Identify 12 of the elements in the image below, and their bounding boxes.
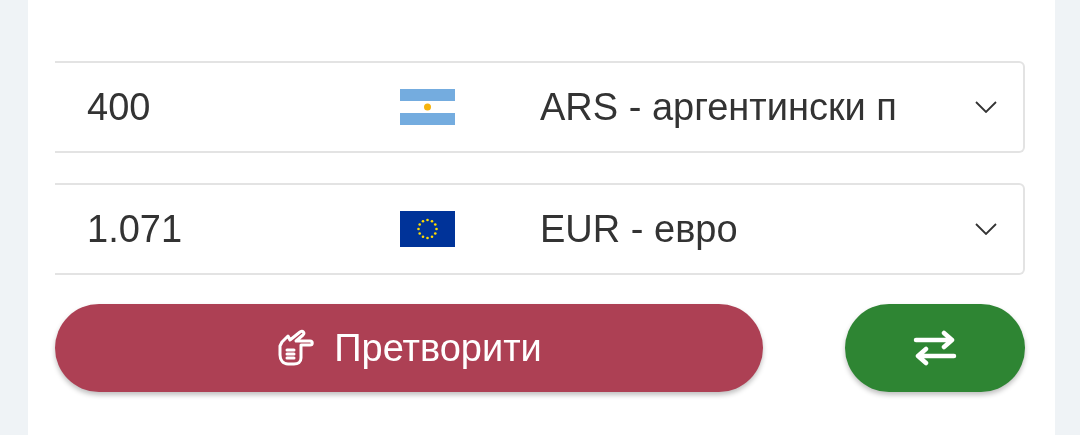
pointing-hand-icon [276, 328, 317, 368]
swap-arrows-icon [912, 330, 958, 366]
currency-dropdown[interactable]: ARS - аргентински п [367, 63, 1023, 151]
flag-icon [400, 211, 455, 247]
convert-button[interactable]: Претворити [55, 304, 763, 392]
amount-field[interactable]: 1.071 [87, 207, 367, 251]
flag-icon [400, 89, 455, 125]
swap-button[interactable] [845, 304, 1025, 392]
chevron-down-icon [975, 223, 997, 235]
currency-dropdown[interactable]: EUR - евро [367, 185, 1023, 273]
amount-field[interactable]: 400 [87, 85, 367, 129]
chevron-down-icon [975, 101, 997, 113]
